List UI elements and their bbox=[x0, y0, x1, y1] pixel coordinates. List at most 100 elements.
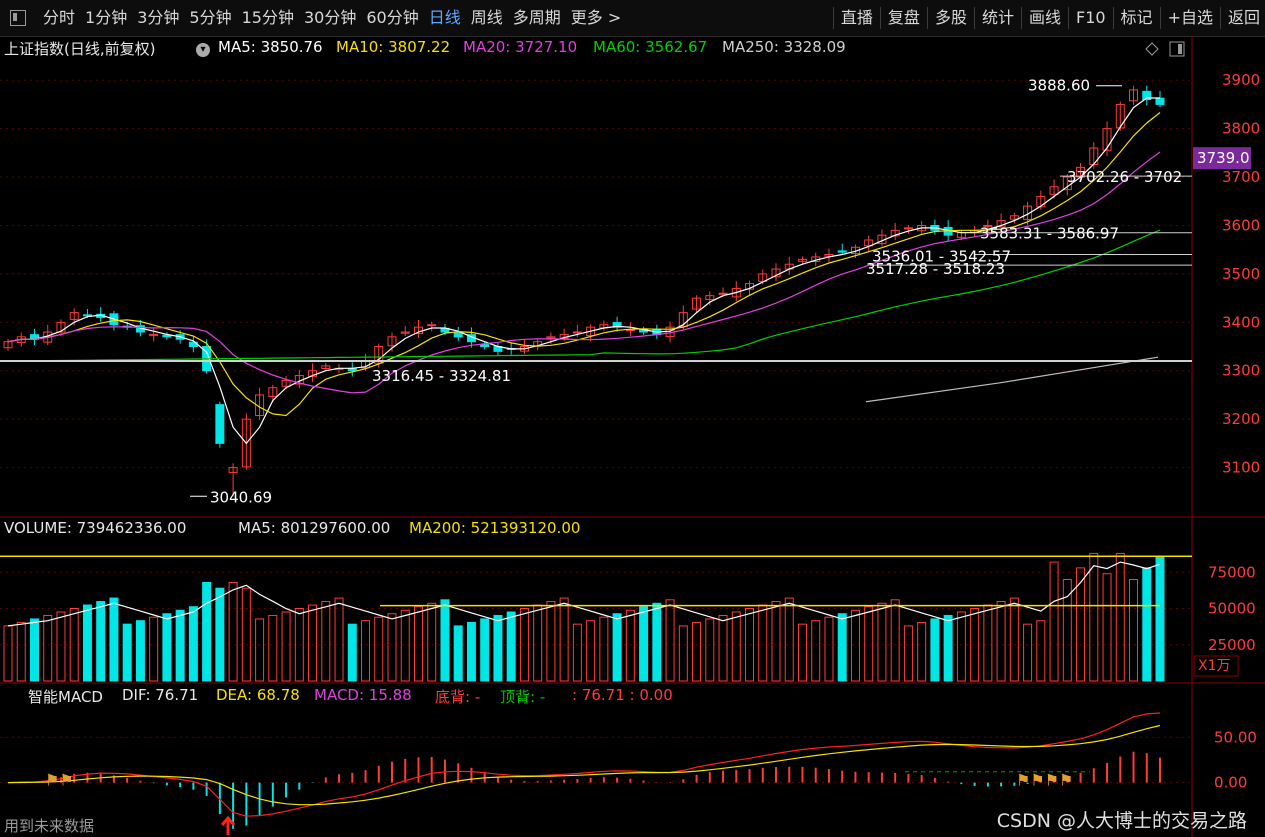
function-button-8[interactable]: 返回 bbox=[1223, 0, 1265, 36]
volume-bar-80 bbox=[1062, 579, 1072, 682]
volume-bar-16 bbox=[215, 587, 225, 682]
volume-bar-70 bbox=[930, 618, 940, 682]
volume-bar-37 bbox=[493, 614, 503, 682]
period-tab-3[interactable]: 5分钟 bbox=[184, 0, 236, 36]
volume-tick-2: 25000 bbox=[1208, 636, 1256, 654]
stock-chart[interactable]: 3900 3800 3700 3600 3500 3400 3300 3200 3100 3739… bbox=[0, 36, 1265, 837]
toolbar-divider bbox=[1112, 7, 1114, 29]
period-tab-6[interactable]: 60分钟 bbox=[361, 0, 423, 36]
volume-bar-77 bbox=[1023, 623, 1033, 682]
function-button-1[interactable]: 复盘 bbox=[883, 0, 925, 36]
volume-bar-36 bbox=[480, 618, 490, 682]
volume-bar-78 bbox=[1036, 620, 1046, 682]
volume-bar-49 bbox=[652, 602, 662, 682]
toolbar-divider bbox=[879, 7, 881, 29]
ma20-label: MA20: 3727.10 bbox=[463, 38, 578, 56]
function-button-4[interactable]: 画线 bbox=[1024, 0, 1066, 36]
macd-dif-line bbox=[7, 712, 1161, 817]
function-button-5[interactable]: F10 bbox=[1071, 0, 1111, 36]
volume-bar-52 bbox=[692, 621, 702, 682]
function-button-6[interactable]: 标记 bbox=[1116, 0, 1158, 36]
volume-bar-62 bbox=[824, 616, 834, 682]
function-button-7[interactable]: +自选 bbox=[1163, 0, 1218, 36]
volume-bar-42 bbox=[559, 597, 569, 682]
function-button-0[interactable]: 直播 bbox=[836, 0, 878, 36]
volume-bar-47 bbox=[625, 609, 635, 682]
toolbar-divider bbox=[1219, 7, 1221, 29]
volume-bar-79 bbox=[1049, 561, 1059, 682]
volume-bar-23 bbox=[308, 604, 318, 682]
volume-bar-10 bbox=[135, 620, 145, 682]
period-toolbar: 分时 1分钟 3分钟 5分钟 15分钟 30分钟 60分钟 日线 周线 多周期 更多 > 直播 复盘多… bbox=[0, 0, 1265, 37]
ma-settings-icon[interactable]: ▾ bbox=[196, 38, 210, 57]
volume-bar-18 bbox=[241, 587, 251, 682]
volume-bar-29 bbox=[387, 613, 397, 682]
volume-bar-43 bbox=[572, 623, 582, 682]
period-tab-4[interactable]: 15分钟 bbox=[237, 0, 299, 36]
volume-bar-60 bbox=[797, 623, 807, 682]
toolbar-divider bbox=[1067, 7, 1069, 29]
volume-bar-0 bbox=[3, 625, 13, 682]
function-button-3[interactable]: 统计 bbox=[977, 0, 1019, 36]
volume-bar-56 bbox=[745, 608, 755, 682]
volume-bar-20 bbox=[268, 614, 278, 682]
volume-bar-66 bbox=[877, 602, 887, 682]
price-tick-5: 3400 bbox=[1222, 313, 1260, 331]
volume-bar-63 bbox=[837, 613, 847, 682]
volume-bar-38 bbox=[506, 611, 516, 682]
volume-bar-12 bbox=[162, 613, 172, 682]
volume-bar-27 bbox=[361, 620, 371, 682]
period-tab-5[interactable]: 30分钟 bbox=[299, 0, 361, 36]
top-divergence-label: 顶背: - bbox=[500, 688, 546, 706]
ma250-line bbox=[865, 356, 1159, 403]
volume-bar-31 bbox=[413, 606, 423, 682]
range5-annotation: 3316.45 - 3324.81 bbox=[372, 367, 511, 385]
range4-annotation: 3517.28 - 3518.23 bbox=[866, 260, 1005, 278]
volume-bar-44 bbox=[586, 620, 596, 682]
period-tab-1[interactable]: 1分钟 bbox=[80, 0, 132, 36]
window-icon[interactable] bbox=[10, 10, 26, 26]
volume-label: VOLUME: 739462336.00 bbox=[4, 519, 187, 537]
low-annotation: 3040.69 bbox=[210, 488, 272, 506]
watermark: CSDN @人大博士的交易之路 bbox=[996, 810, 1247, 832]
candle-body-32 bbox=[427, 324, 437, 327]
volume-bar-86 bbox=[1142, 567, 1152, 682]
volume-bar-25 bbox=[334, 597, 344, 682]
period-tab-0[interactable]: 分时 bbox=[38, 0, 80, 36]
volume-bar-57 bbox=[758, 604, 768, 682]
macd-title: 智能MACD bbox=[28, 688, 103, 706]
volume-bar-72 bbox=[956, 611, 966, 682]
volume-bar-41 bbox=[546, 601, 556, 682]
price-tick-1: 3800 bbox=[1222, 120, 1260, 138]
period-tab-8[interactable]: 周线 bbox=[466, 0, 508, 36]
volume-bar-3 bbox=[43, 614, 53, 682]
price-tick-4: 3500 bbox=[1222, 265, 1260, 283]
toolbar-divider bbox=[926, 7, 928, 29]
price-tick-0: 3900 bbox=[1222, 71, 1260, 89]
period-tab-10[interactable]: 更多 > bbox=[566, 0, 627, 36]
period-tab-2[interactable]: 3分钟 bbox=[132, 0, 184, 36]
toolbar-divider bbox=[1159, 7, 1161, 29]
candle-body-16 bbox=[215, 404, 225, 444]
volume-bar-54 bbox=[718, 614, 728, 682]
toolbar-divider bbox=[832, 7, 834, 29]
volume-bar-76 bbox=[1009, 597, 1019, 682]
volume-bar-13 bbox=[175, 609, 185, 682]
volume-bar-59 bbox=[784, 597, 794, 682]
volume-bar-1 bbox=[16, 621, 26, 682]
function-button-2[interactable]: 多股 bbox=[930, 0, 972, 36]
volume-bar-69 bbox=[917, 621, 927, 682]
volume-bar-39 bbox=[519, 608, 529, 682]
macd-tick-1: 0.00 bbox=[1214, 774, 1247, 792]
volume-bar-11 bbox=[149, 616, 159, 682]
volume-bar-21 bbox=[281, 611, 291, 682]
volume-bar-75 bbox=[996, 601, 1006, 682]
ma10-label: MA10: 3807.22 bbox=[336, 38, 451, 56]
period-tab-7[interactable]: 日线 bbox=[424, 0, 466, 36]
volume-bar-40 bbox=[533, 604, 543, 682]
volume-bar-15 bbox=[202, 581, 212, 682]
high-annotation: 3888.60 bbox=[1028, 77, 1090, 95]
bottom-divergence-label: 底背: - bbox=[435, 688, 481, 706]
macd-tick-0: 50.00 bbox=[1214, 728, 1257, 746]
period-tab-9[interactable]: 多周期 bbox=[508, 0, 566, 36]
